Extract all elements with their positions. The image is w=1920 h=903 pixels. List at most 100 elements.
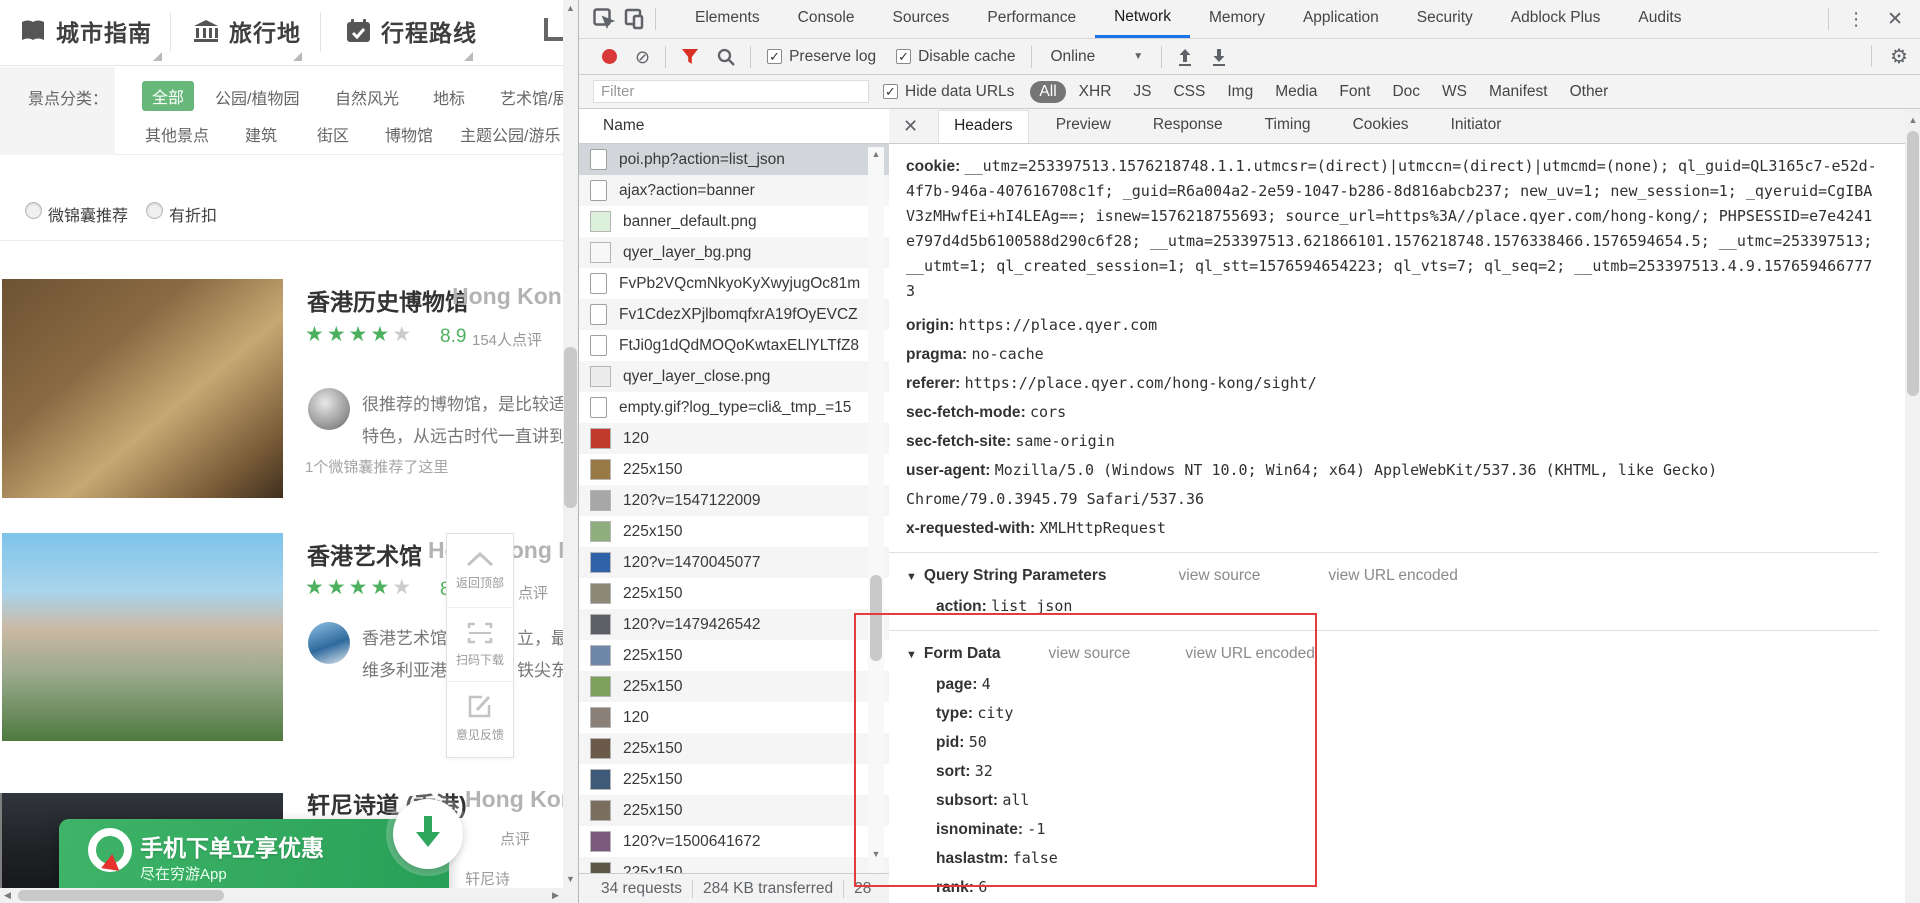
reviewer-avatar[interactable]	[308, 388, 350, 430]
review-count[interactable]: 点评	[518, 582, 548, 603]
section-title[interactable]: Form Data	[924, 639, 1001, 669]
request-row[interactable]: 225x150	[579, 671, 889, 702]
kebab-menu-icon[interactable]: ⋮	[1835, 9, 1877, 30]
request-row[interactable]: ajax?action=banner	[579, 175, 889, 206]
detail-tab[interactable]: Timing	[1250, 110, 1326, 143]
category-tag[interactable]: 街区	[317, 122, 349, 146]
type-filter-pill[interactable]: Media	[1266, 81, 1326, 103]
type-filter-pill[interactable]: All	[1030, 80, 1066, 103]
listing-footnote[interactable]: 1个微锦囊推荐了这里	[305, 456, 448, 477]
request-row[interactable]: 225x150	[579, 516, 889, 547]
category-tag[interactable]: 艺术馆/展	[500, 85, 563, 109]
export-har-icon[interactable]	[1211, 48, 1227, 66]
request-list-scrollbar[interactable]: ▲ ▼	[868, 147, 884, 873]
inspect-element-icon[interactable]	[589, 4, 619, 34]
type-filter-pill[interactable]: Font	[1330, 81, 1379, 103]
request-row[interactable]: FvPb2VQcmNkyoKyXwyjugOc81m	[579, 268, 889, 299]
request-row[interactable]: 120	[579, 702, 889, 733]
listing-title[interactable]: 香港历史博物馆	[307, 283, 468, 317]
network-filter-input[interactable]	[593, 80, 869, 103]
listing-title[interactable]: 香港艺术馆	[307, 537, 422, 571]
import-har-icon[interactable]	[1177, 48, 1193, 66]
request-row[interactable]: 120?v=1470045077	[579, 547, 889, 578]
hide-data-urls-checkbox[interactable]: ✓ Hide data URLs	[883, 83, 1014, 101]
list-scroll-thumb[interactable]	[870, 575, 882, 661]
devtools-tab[interactable]: Audits	[1619, 0, 1700, 38]
type-filter-pill[interactable]: Doc	[1383, 81, 1429, 103]
filter-funnel-icon[interactable]	[681, 48, 699, 65]
discount-toggle-radio[interactable]	[146, 202, 163, 219]
category-tag[interactable]: 地标	[433, 85, 465, 109]
biji-toggle-radio[interactable]	[25, 202, 42, 219]
vertical-scroll-thumb[interactable]	[564, 347, 577, 508]
request-row[interactable]: 225x150	[579, 733, 889, 764]
name-column-header[interactable]: Name	[579, 109, 889, 144]
disable-cache-checkbox[interactable]: ✓ Disable cache	[896, 48, 1015, 66]
site-vertical-scrollbar[interactable]: ▲ ▼	[563, 0, 578, 888]
device-toolbar-icon[interactable]	[619, 4, 649, 34]
view-url-encoded-link[interactable]: view URL encoded	[1185, 639, 1315, 669]
view-source-link[interactable]: view source	[1179, 561, 1261, 591]
scroll-up-arrow[interactable]: ▲	[1905, 113, 1920, 128]
devtools-tab[interactable]: Performance	[968, 0, 1095, 38]
category-tag[interactable]: 博物馆	[385, 122, 433, 146]
request-row[interactable]: 120	[579, 423, 889, 454]
close-devtools-icon[interactable]: ✕	[1877, 8, 1913, 31]
back-to-top-button[interactable]: 返回顶部	[447, 534, 513, 608]
request-row[interactable]: 120?v=1479426542	[579, 609, 889, 640]
devtools-tab[interactable]: Sources	[874, 0, 969, 38]
download-app-button[interactable]	[393, 799, 463, 869]
listing-photo-art-museum[interactable]	[2, 533, 283, 741]
category-tag[interactable]: 全部	[142, 81, 195, 111]
review-count[interactable]: 154人点评	[472, 329, 542, 350]
category-tag[interactable]: 主题公园/游乐	[460, 122, 560, 146]
detail-tab[interactable]: Cookies	[1338, 110, 1424, 143]
nav-item-city-guide[interactable]: 城市指南	[20, 14, 162, 61]
request-row[interactable]: Fv1CdezXPjlbomqfxrA19fOyEVCZ	[579, 299, 889, 330]
horizontal-scroll-thumb[interactable]	[18, 890, 224, 901]
site-horizontal-scrollbar[interactable]: ◀ ▶	[0, 888, 563, 903]
type-filter-pill[interactable]: JS	[1124, 81, 1160, 103]
request-row[interactable]: 225x150	[579, 454, 889, 485]
nav-item-destinations[interactable]: 旅行地	[193, 14, 302, 61]
clear-icon[interactable]: ⊘	[635, 48, 650, 66]
request-row[interactable]: qyer_layer_bg.png	[579, 237, 889, 268]
request-row[interactable]: 120?v=1547122009	[579, 485, 889, 516]
request-row[interactable]: qyer_layer_close.png	[579, 361, 889, 392]
devtools-tab[interactable]: Memory	[1190, 0, 1284, 38]
preserve-log-checkbox[interactable]: ✓ Preserve log	[767, 48, 876, 66]
scroll-down-arrow[interactable]: ▼	[563, 872, 578, 887]
scroll-up-arrow[interactable]: ▲	[563, 1, 578, 16]
settings-gear-icon[interactable]: ⚙	[1890, 44, 1908, 69]
detail-tab[interactable]: Preview	[1041, 110, 1126, 143]
scroll-up-arrow[interactable]: ▲	[868, 147, 884, 162]
request-row[interactable]: 120?v=1500641672	[579, 826, 889, 857]
detail-tab[interactable]: Initiator	[1436, 110, 1517, 143]
request-row[interactable]: 225x150	[579, 764, 889, 795]
close-detail-icon[interactable]: ✕	[889, 116, 932, 137]
request-row[interactable]: poi.php?action=list_json	[579, 144, 889, 175]
scroll-right-arrow[interactable]: ▶	[548, 888, 563, 903]
view-source-link[interactable]: view source	[1049, 639, 1131, 669]
detail-tab[interactable]: Headers	[938, 109, 1029, 143]
scroll-down-arrow[interactable]: ▼	[868, 847, 884, 862]
category-tag[interactable]: 其他景点	[145, 122, 209, 146]
app-download-banner[interactable]: 手机下单立享优惠 尽在穷游App	[59, 819, 449, 888]
listing-photo-history-museum[interactable]	[2, 279, 283, 498]
section-title[interactable]: Query String Parameters	[924, 561, 1107, 591]
devtools-tab[interactable]: Security	[1398, 0, 1492, 38]
category-tag[interactable]: 自然风光	[335, 85, 399, 109]
request-row[interactable]: banner_default.png	[579, 206, 889, 237]
type-filter-pill[interactable]: Manifest	[1480, 81, 1557, 103]
scroll-left-arrow[interactable]: ◀	[0, 888, 15, 903]
request-row[interactable]: empty.gif?log_type=cli&_tmp_=15	[579, 392, 889, 423]
toggle-label[interactable]: 有折扣	[169, 202, 217, 226]
record-button[interactable]	[602, 49, 617, 64]
request-row[interactable]: 225x150	[579, 578, 889, 609]
type-filter-pill[interactable]: Other	[1561, 81, 1618, 103]
request-row[interactable]: 225x150	[579, 795, 889, 826]
type-filter-pill[interactable]: Img	[1218, 81, 1262, 103]
devtools-tab[interactable]: Network	[1095, 0, 1190, 38]
devtools-tab[interactable]: Adblock Plus	[1492, 0, 1620, 38]
devtools-tab[interactable]: Elements	[676, 0, 779, 38]
